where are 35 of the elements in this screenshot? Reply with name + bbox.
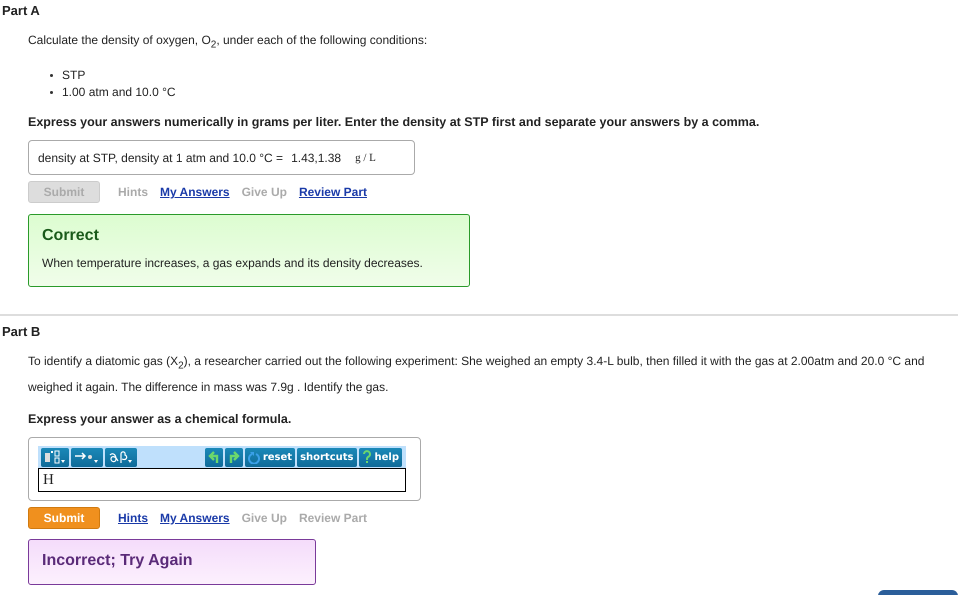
feedback-title: Incorrect; Try Again: [42, 552, 194, 570]
submit-button[interactable]: Submit: [28, 506, 100, 529]
question-text: To identify a diatomic gas (X$_{2}$), a researcher carried out the following experiment: She weighed an empty 3.4-L bulb, then filled it with the gas at 2.00atm and 20.0 °C and weighed it again. The difference in mass was 7.9g . Identify the gas.: [28, 353, 926, 396]
arrow-icon: [74, 450, 100, 464]
bullet-icon: [50, 91, 53, 94]
part-heading: Part B: [2, 324, 40, 340]
feedback-message: When temperature increases, a gas expands and its density decreases.: [42, 256, 424, 270]
template-icon: [44, 450, 66, 464]
part-heading: Part A: [2, 3, 40, 18]
feedback-title: Correct: [42, 227, 100, 246]
arrow-menu-button[interactable]: [71, 448, 103, 467]
action-link[interactable]: My Answers: [160, 510, 230, 525]
greek-letters-icon: [108, 450, 134, 464]
greek-menu-button[interactable]: [105, 448, 137, 467]
reset-button[interactable]: reset: [244, 448, 296, 467]
undo-button[interactable]: [204, 448, 223, 467]
redo-icon: [228, 450, 240, 464]
action-link[interactable]: My Answers: [160, 185, 230, 200]
help-button[interactable]: help: [358, 448, 402, 467]
instruction-text: Express your answer as a chemical formula.: [28, 412, 292, 426]
instruction-text: Express your answers numerically in grams per liter. Enter the density at STP first and separate your answers by a comma.: [28, 115, 760, 130]
math-input-field[interactable]: H: [38, 468, 406, 492]
help-icon: [362, 450, 372, 464]
undo-icon: [208, 450, 220, 464]
question-text: Calculate the density of oxygen, O$_{2}$, under each of the following conditions:: [28, 32, 428, 52]
template-menu-button[interactable]: [41, 448, 69, 467]
action-link[interactable]: Hints: [118, 510, 148, 525]
condition-text: STP: [62, 67, 86, 84]
action-link[interactable]: Review Part: [298, 185, 367, 200]
shortcuts-button[interactable]: shortcuts: [297, 448, 356, 467]
reset-icon: [248, 450, 260, 464]
bullet-icon: [50, 74, 53, 78]
answer-field[interactable]: density at STP, density at 1 atm and 10.0 °C = 1.43,1.38 g / L: [28, 140, 415, 176]
redo-button[interactable]: [224, 448, 243, 467]
condition-text: 1.00 atm and 10.0 °C: [62, 84, 176, 102]
